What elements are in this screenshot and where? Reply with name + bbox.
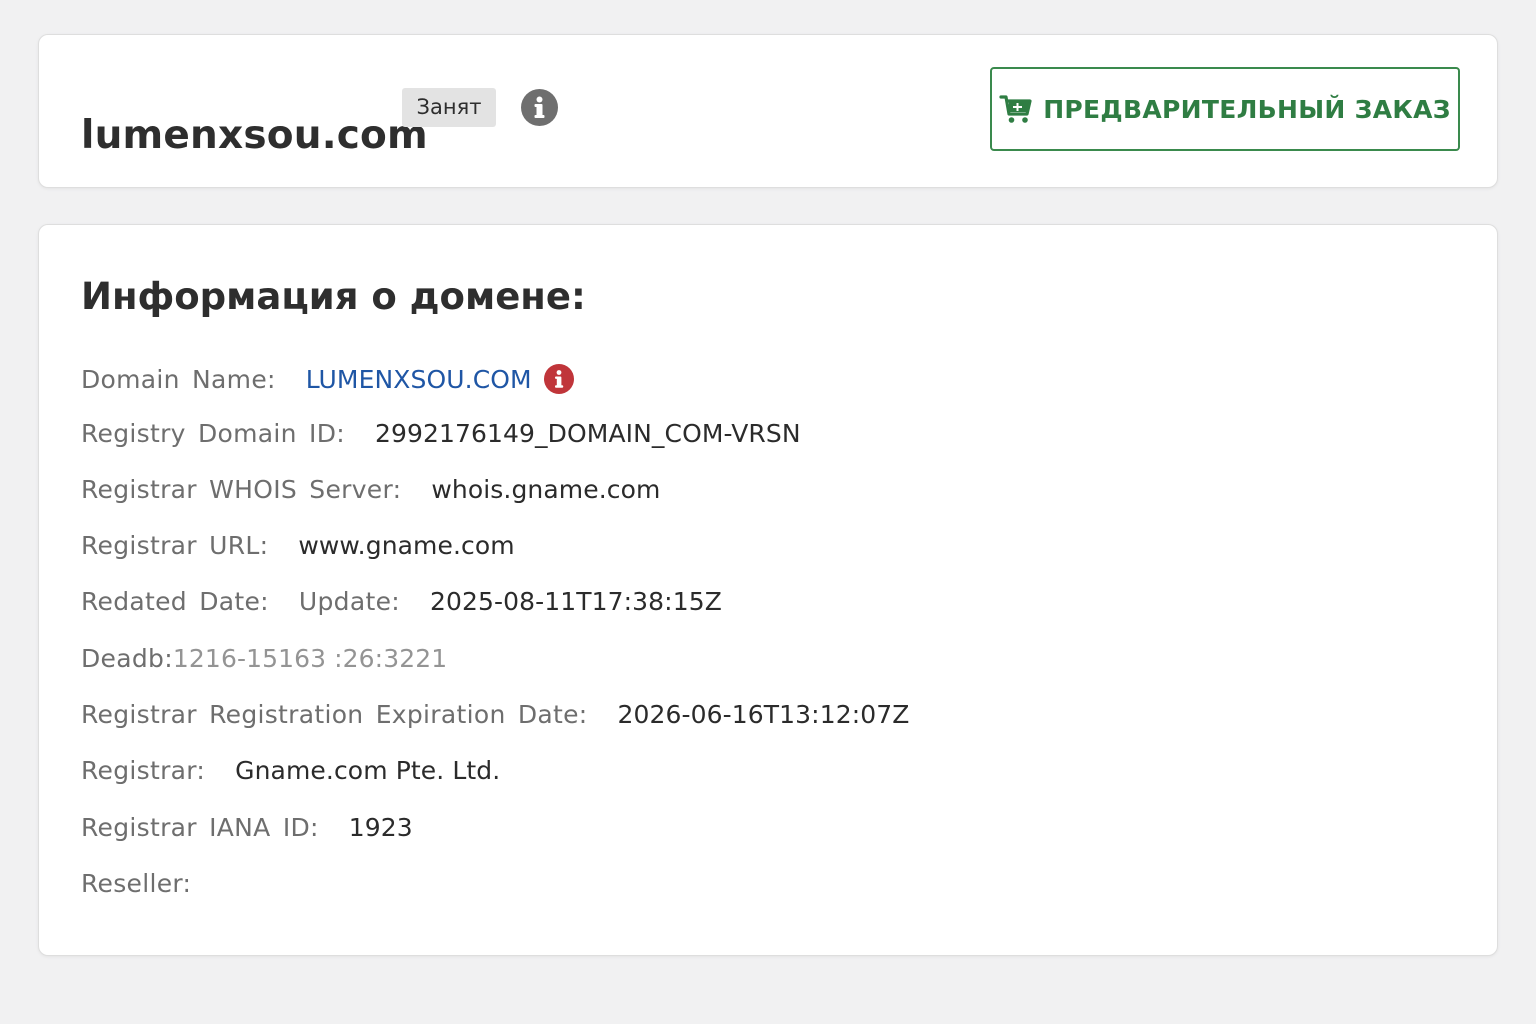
whois-row-registry-domain-id: Registry Domain ID: 2992176149_DOMAIN_CO… (81, 416, 801, 450)
preorder-button[interactable]: ПРЕДВАРИТЕЛЬНЫЙ ЗАКАЗ (990, 67, 1460, 151)
domain-info-card: Информация о домене: Domain Name: LUMENX… (38, 224, 1498, 956)
updated-date-sublabel: Update: (298, 586, 400, 616)
info-circle-icon[interactable] (521, 89, 558, 126)
domain-header-card: lumenxsou.com Занят ПРЕДВАРИТЕЛЬНЫЙ ЗАКА… (38, 34, 1498, 188)
whois-row-registrar-url: Registrar URL: www.gname.com (81, 528, 515, 562)
registry-domain-id-label: Registry Domain ID: (81, 418, 345, 448)
reseller-label: Reseller: (81, 868, 192, 898)
shopping-cart-icon (999, 95, 1032, 123)
registrar-url-value: www.gname.com (298, 530, 515, 560)
updated-date-label: Redated Date: (81, 586, 269, 616)
expiration-date-label: Registrar Registration Expiration Date: (81, 699, 588, 729)
preorder-button-label: ПРЕДВАРИТЕЛЬНЫЙ ЗАКАЗ (1043, 94, 1451, 124)
whois-row-registrar: Registrar: Gname.com Pte. Ltd. (81, 753, 500, 787)
whois-row-domain-name: Domain Name: LUMENXSOU.COM (81, 362, 574, 396)
registrar-value: Gname.com Pte. Ltd. (235, 755, 501, 785)
creation-date-label: Deadb: (81, 643, 173, 673)
registrar-whois-server-value: whois.gname.com (431, 474, 661, 504)
whois-row-updated-date: Redated Date: Update: 2025-08-11T17:38:1… (81, 584, 722, 618)
registry-domain-id-value: 2992176149_DOMAIN_COM-VRSN (375, 418, 801, 448)
whois-row-creation-date: Deadb: 1216-15163 :26:3221 (81, 641, 447, 675)
registrar-url-label: Registrar URL: (81, 530, 269, 560)
status-badge: Занят (402, 88, 496, 127)
domain-name-label: Domain Name: (81, 364, 276, 394)
domain-info-heading: Информация о домене: (81, 275, 586, 318)
whois-row-expiration-date: Registrar Registration Expiration Date: … (81, 697, 909, 731)
registrar-iana-id-label: Registrar IANA ID: (81, 812, 319, 842)
registrar-iana-id-value: 1923 (348, 812, 413, 842)
creation-date-value: 1216-15163 :26:3221 (172, 643, 448, 673)
whois-row-registrar-whois-server: Registrar WHOIS Server: whois.gname.com (81, 472, 660, 506)
alert-info-icon[interactable] (543, 364, 574, 394)
domain-name-link[interactable]: LUMENXSOU.COM (306, 365, 532, 394)
domain-title: lumenxsou.com (81, 113, 428, 158)
expiration-date-value: 2026-06-16T13:12:07Z (617, 699, 910, 729)
whois-row-registrar-iana-id: Registrar IANA ID: 1923 (81, 810, 413, 844)
whois-row-reseller: Reseller: (81, 866, 221, 900)
updated-date-value: 2025-08-11T17:38:15Z (429, 586, 722, 616)
registrar-label: Registrar: (81, 755, 206, 785)
registrar-whois-server-label: Registrar WHOIS Server: (81, 474, 402, 504)
